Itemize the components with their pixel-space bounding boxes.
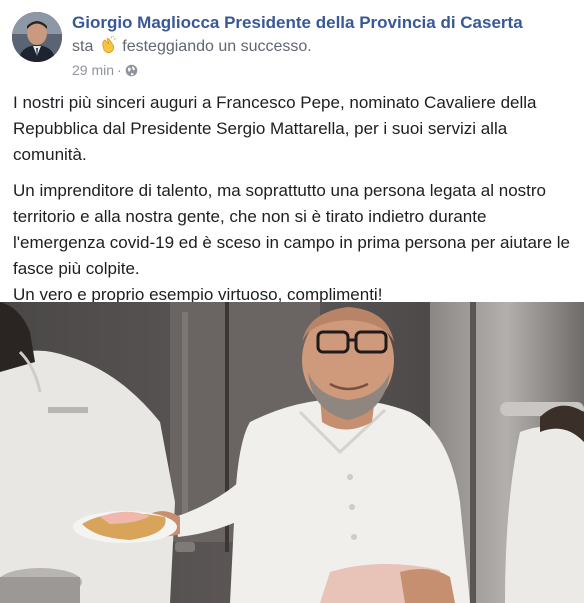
facebook-post: Giorgio Magliocca Presidente della Provi… <box>0 0 584 603</box>
activity-text: festeggiando un successo. <box>122 38 312 55</box>
post-body: I nostri più sinceri auguri a Francesco … <box>13 90 573 318</box>
post-paragraph-1: I nostri più sinceri auguri a Francesco … <box>13 93 537 164</box>
photo-chef-with-pizza <box>0 302 584 603</box>
post-photo[interactable] <box>0 302 584 603</box>
author-avatar[interactable] <box>12 12 62 62</box>
post-timestamp-link[interactable]: 29 min <box>72 62 114 78</box>
activity-prefix: sta <box>72 38 94 55</box>
post-meta: 29 min · <box>72 61 138 79</box>
post-header: Giorgio Magliocca Presidente della Provi… <box>12 10 574 82</box>
activity-line: sta festeggiando un successo. <box>72 35 312 58</box>
clapping-hands-icon <box>99 35 117 54</box>
author-name-link[interactable]: Giorgio Magliocca Presidente della Provi… <box>72 12 523 34</box>
post-paragraph-2: Un imprenditore di talento, ma soprattut… <box>13 181 570 278</box>
avatar-image <box>12 12 62 62</box>
globe-icon[interactable] <box>125 63 138 77</box>
meta-separator: · <box>117 62 122 78</box>
